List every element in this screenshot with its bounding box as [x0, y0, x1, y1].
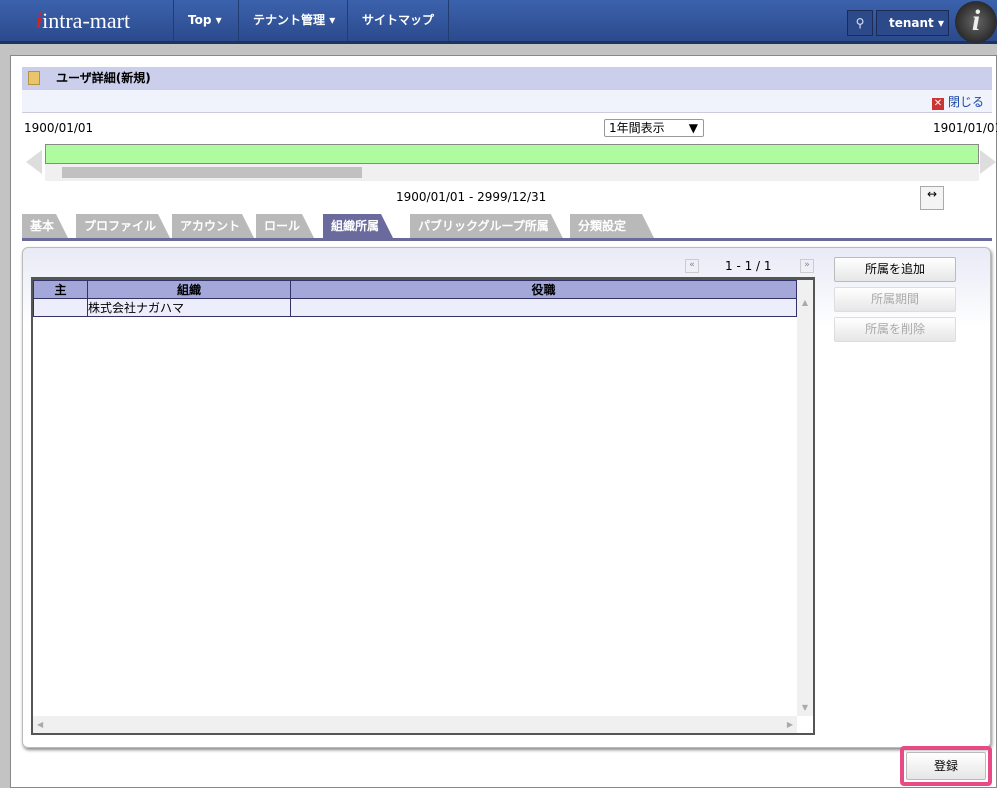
tenant-menu[interactable]: tenant ▾	[876, 10, 949, 36]
register-button[interactable]: 登録	[906, 752, 986, 780]
tab-account[interactable]: アカウント	[172, 214, 254, 238]
folder-icon	[28, 71, 40, 85]
col-organization[interactable]: 組織	[87, 280, 291, 299]
vertical-scrollbar[interactable]: ▲ ▼	[797, 280, 813, 716]
timeline-bar[interactable]	[45, 144, 979, 164]
info-icon[interactable]: i	[955, 1, 997, 43]
view-select[interactable]: 1年間表示 ▼	[604, 119, 704, 137]
timeline-next-arrow[interactable]	[980, 150, 996, 174]
top-header: iintra-mart Top ▾ テナント管理 ▾ サイトマップ ⚲ tena…	[0, 0, 997, 44]
nav-tenant-admin[interactable]: テナント管理 ▾	[238, 0, 349, 41]
timeline-scrollbar[interactable]	[45, 164, 979, 181]
organization-table: 主組織 役職 株式会社ナガハマ	[33, 280, 797, 317]
table-row[interactable]: 株式会社ナガハマ	[33, 298, 797, 317]
timeline-prev-arrow[interactable]	[26, 150, 42, 174]
affiliation-period-button[interactable]: 所属期間	[834, 287, 956, 312]
nav-top[interactable]: Top ▾	[173, 0, 236, 41]
tab-category[interactable]: 分類設定	[570, 214, 654, 238]
page-title: ユーザ詳細(新規)	[56, 71, 151, 85]
timeline-end: 1901/01/01	[933, 121, 997, 135]
fit-range-icon[interactable]: ↔	[920, 186, 944, 210]
close-button[interactable]: ✕ 閉じる	[931, 93, 984, 110]
delete-affiliation-button[interactable]: 所属を削除	[834, 317, 956, 342]
tab-public-group[interactable]: パブリックグループ所属	[410, 214, 563, 238]
tab-profile[interactable]: プロファイル	[76, 214, 170, 238]
add-affiliation-button[interactable]: 所属を追加	[834, 257, 956, 282]
timeline-range: 1900/01/01 - 2999/12/31	[396, 190, 547, 204]
search-icon[interactable]: ⚲	[847, 10, 873, 36]
col-position[interactable]: 役職	[290, 280, 797, 299]
tab-underline	[22, 238, 992, 241]
sub-bar: ✕ 閉じる	[22, 90, 992, 113]
col-main[interactable]: 主	[33, 280, 88, 299]
horizontal-scrollbar[interactable]: ◀ ▶	[33, 716, 797, 733]
pager-info: 1 - 1 / 1	[725, 259, 772, 273]
pager-next[interactable]: »	[800, 259, 814, 273]
close-icon: ✕	[931, 98, 944, 110]
page-title-bar: ユーザ詳細(新規)	[22, 67, 992, 90]
tab-organization[interactable]: 組織所属	[323, 214, 393, 238]
intra-mart-logo[interactable]: iintra-mart	[36, 8, 130, 34]
pager-prev[interactable]: «	[685, 259, 699, 273]
nav-sitemap[interactable]: サイトマップ	[347, 0, 450, 41]
timeline-start: 1900/01/01	[24, 121, 94, 135]
organization-grid: 主組織 役職 株式会社ナガハマ ▲ ▼ ◀ ▶	[31, 277, 815, 735]
scroll-thumb[interactable]	[62, 167, 362, 178]
